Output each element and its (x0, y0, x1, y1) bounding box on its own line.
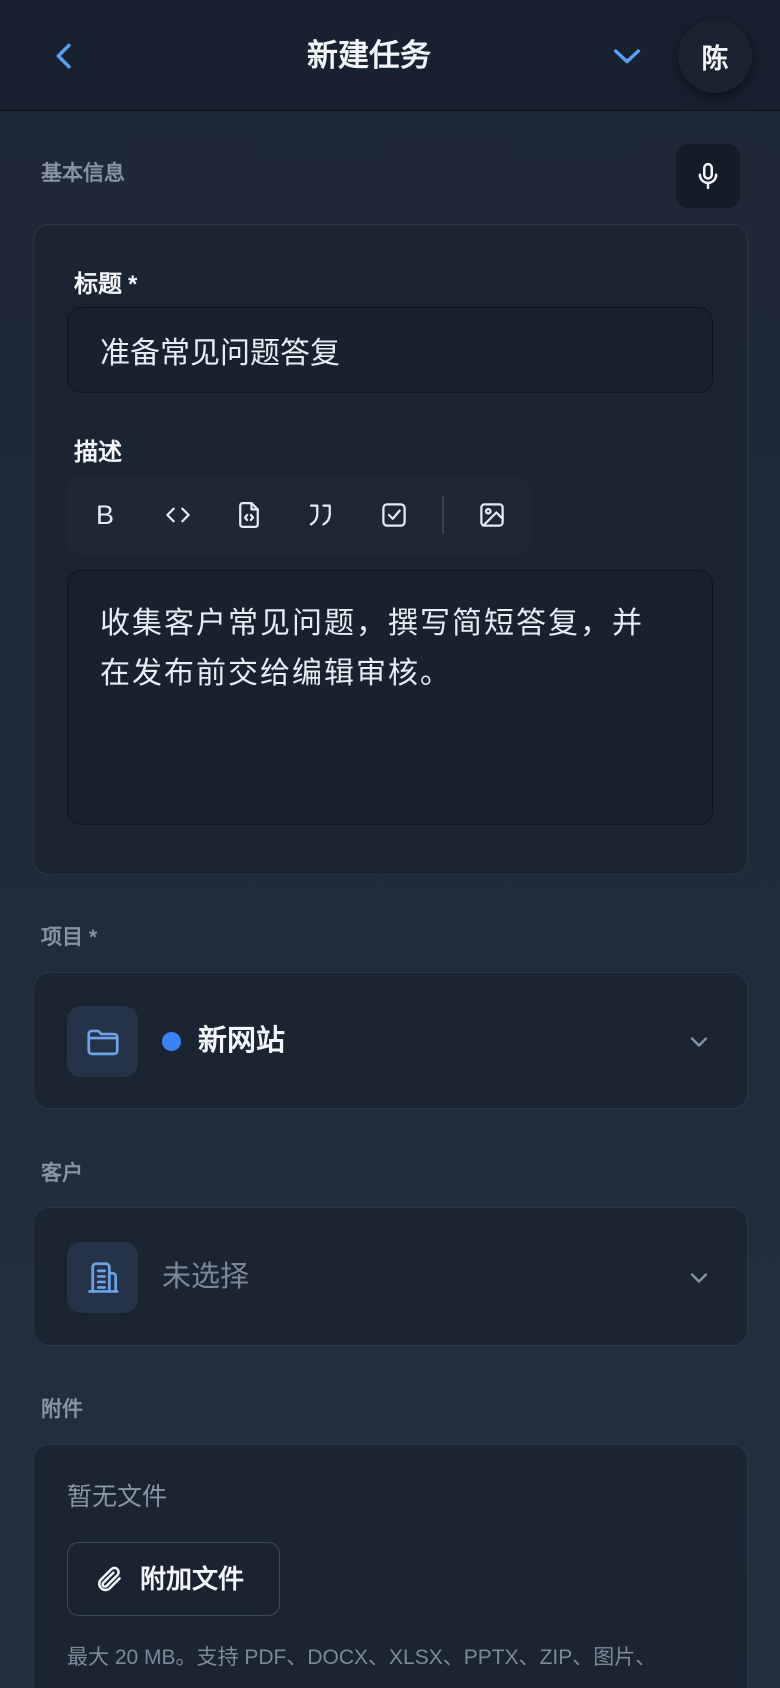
project-icon-tile (67, 1006, 138, 1077)
code-block-button[interactable] (227, 493, 271, 537)
attach-file-label: 附加文件 (140, 1564, 245, 1594)
basic-info-card: 标题* 描述 B (33, 224, 748, 875)
formatting-toolbar: B (67, 477, 530, 554)
title-input[interactable] (67, 307, 713, 393)
image-icon (480, 503, 504, 527)
paperclip-icon (98, 1566, 121, 1592)
title-label-text: 标题 (74, 271, 122, 298)
microphone-icon (698, 162, 718, 190)
required-mark: * (128, 271, 138, 298)
project-select[interactable]: 新网站 (33, 972, 748, 1109)
attachments-card: 暂无文件 附加文件 最大 20 MB。支持 PDF、DOCX、XLSX、PPTX… (33, 1444, 748, 1688)
project-label-text: 项目 (41, 926, 83, 949)
folder-icon (86, 1029, 119, 1055)
section-label-project: 项目 * (41, 925, 97, 951)
code-button[interactable] (156, 493, 200, 537)
chevron-down-icon (613, 49, 641, 64)
task-list-icon (382, 503, 406, 527)
collapse-button[interactable] (610, 39, 644, 73)
task-list-button[interactable] (372, 493, 416, 537)
top-bar: 新建任务 陈 (0, 0, 780, 111)
chevron-down-icon (690, 1273, 708, 1283)
section-label-attachments: 附件 (41, 1398, 83, 1421)
description-textarea[interactable]: 收集客户常见问题，撰写简短答复，并在发布前交给编辑审核。 (67, 570, 713, 825)
client-placeholder: 未选择 (162, 1261, 250, 1293)
toolbar-divider (442, 496, 444, 534)
project-value: 新网站 (198, 1025, 286, 1057)
bold-button[interactable]: B (83, 493, 127, 537)
client-select[interactable]: 未选择 (33, 1207, 748, 1346)
required-mark: * (89, 926, 98, 949)
building-icon (87, 1261, 119, 1293)
section-label-basic-info: 基本信息 (41, 162, 125, 185)
attachment-hint: 最大 20 MB。支持 PDF、DOCX、XLSX、PPTX、ZIP、图片、音频… (67, 1646, 657, 1669)
back-button[interactable] (49, 40, 81, 72)
description-label: 描述 (74, 439, 122, 466)
no-files-text: 暂无文件 (67, 1483, 168, 1511)
code-icon (166, 507, 190, 523)
code-block-icon (239, 502, 259, 528)
chevron-left-icon (56, 43, 71, 69)
section-label-client: 客户 (41, 1162, 83, 1185)
avatar[interactable]: 陈 (678, 19, 752, 93)
client-icon-tile (67, 1242, 138, 1313)
attach-file-button[interactable]: 附加文件 (67, 1542, 280, 1616)
quote-button[interactable] (299, 493, 343, 537)
project-color-dot (162, 1032, 181, 1051)
bold-icon: B (95, 500, 114, 530)
title-label: 标题 * (74, 270, 137, 300)
image-button[interactable] (470, 493, 514, 537)
quote-icon (309, 504, 331, 526)
page-title: 新建任务 (307, 38, 431, 73)
voice-input-button[interactable] (676, 144, 740, 208)
new-task-screen: 新建任务 陈 基本信息 标题* 描述 B (0, 0, 780, 1688)
chevron-down-icon (690, 1037, 708, 1047)
